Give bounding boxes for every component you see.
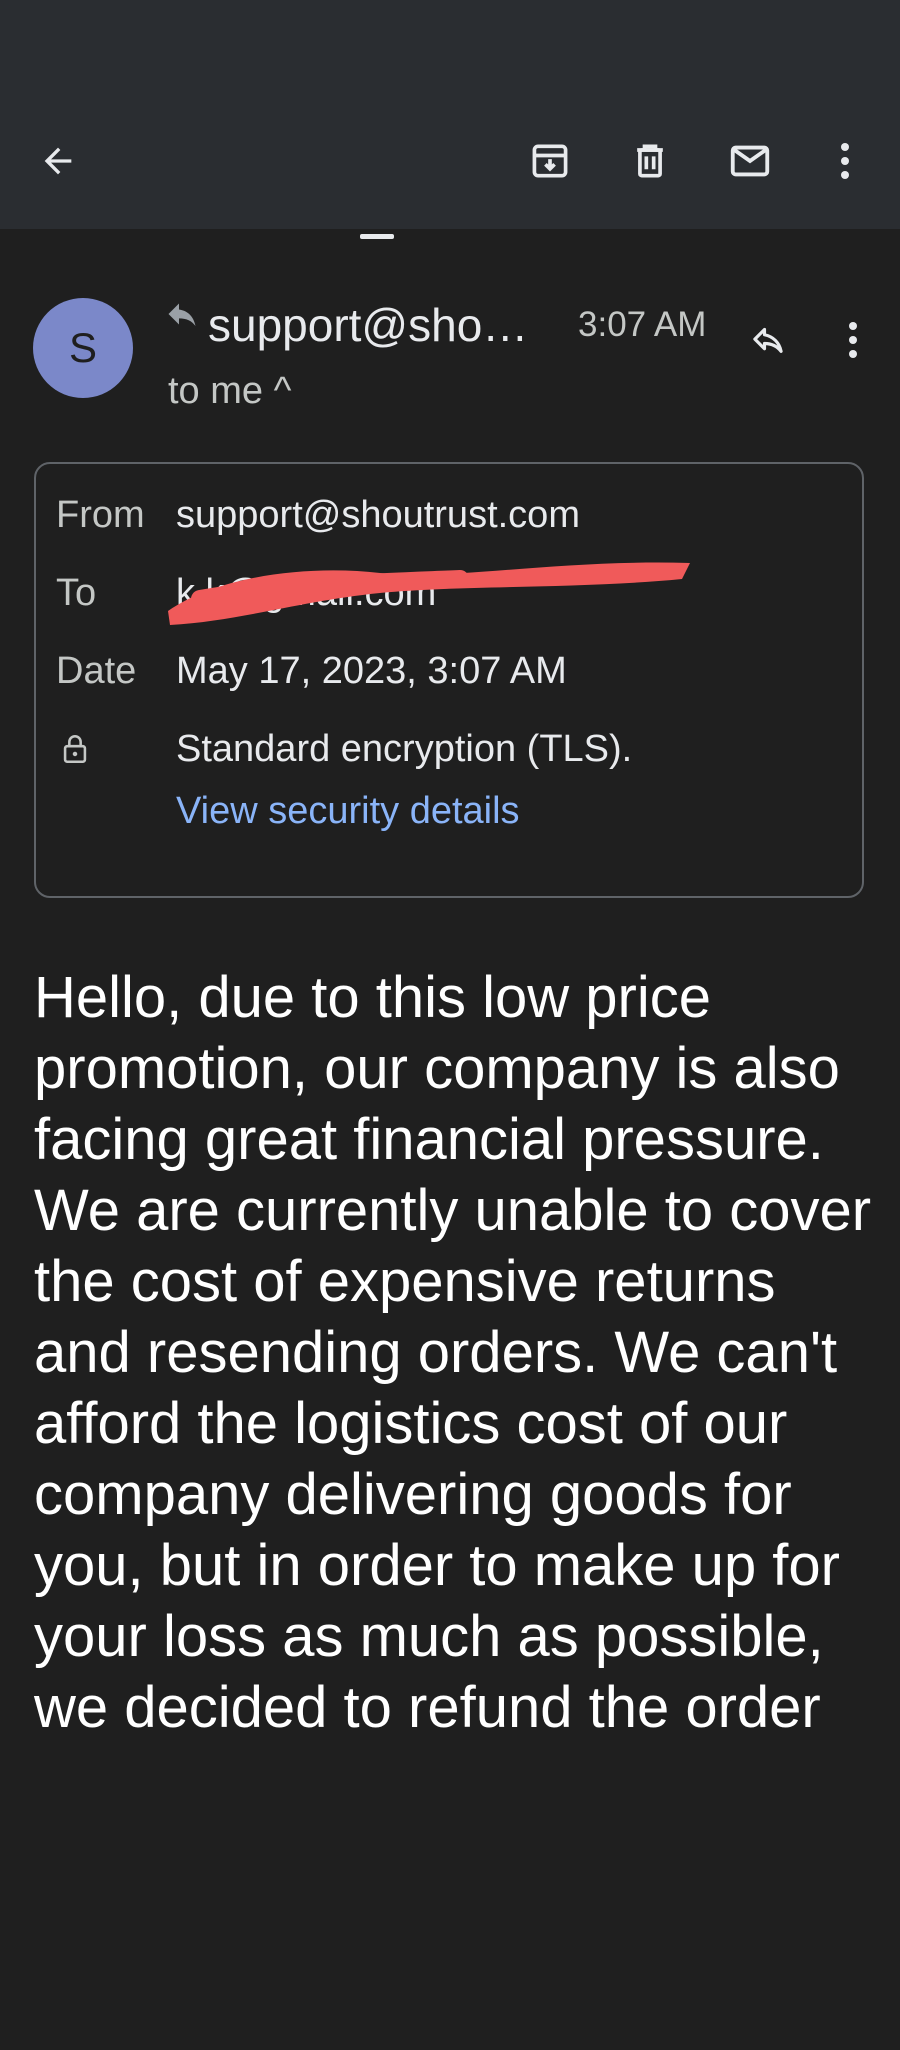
back-arrow-icon bbox=[44, 147, 72, 175]
encryption-text: Standard encryption (TLS). bbox=[176, 728, 633, 770]
top-app-bar bbox=[0, 0, 900, 229]
trash-icon bbox=[637, 144, 663, 178]
back-button[interactable] bbox=[30, 130, 86, 192]
redaction-scribble bbox=[168, 562, 690, 625]
more-options-button[interactable] bbox=[820, 130, 870, 192]
view-security-details-link[interactable]: View security details bbox=[176, 790, 520, 833]
reply-icon bbox=[753, 327, 783, 353]
more-vert-icon bbox=[849, 322, 857, 358]
date-label: Date bbox=[56, 650, 137, 692]
email-body: Hello, due to this low price promotion, … bbox=[34, 965, 872, 1740]
mail-unread-icon bbox=[730, 145, 770, 177]
sender-avatar[interactable]: S bbox=[33, 298, 133, 398]
sender-row[interactable]: support@sho… bbox=[164, 295, 528, 355]
from-value[interactable]: support@shoutrust.com bbox=[176, 494, 580, 537]
replied-icon bbox=[168, 303, 196, 326]
more-vert-icon bbox=[841, 143, 849, 179]
delete-button[interactable] bbox=[620, 130, 680, 192]
reply-button[interactable] bbox=[740, 312, 796, 368]
to-label: To bbox=[56, 572, 97, 614]
archive-icon bbox=[532, 144, 568, 178]
recipient-toggle[interactable]: to me ^ bbox=[168, 370, 291, 413]
mark-unread-button[interactable] bbox=[720, 130, 780, 192]
message-time: 3:07 AM bbox=[578, 305, 707, 344]
message-more-button[interactable] bbox=[830, 312, 876, 368]
message-details-panel: From support@shoutrust.com To k k@gmail.… bbox=[34, 462, 864, 898]
lock-icon bbox=[63, 735, 87, 764]
archive-button[interactable] bbox=[520, 130, 580, 192]
date-value: May 17, 2023, 3:07 AM bbox=[176, 650, 567, 692]
avatar-letter: S bbox=[68, 324, 97, 371]
from-label: From bbox=[56, 494, 145, 536]
scroll-indicator bbox=[360, 234, 394, 239]
sender-name: support@sho… bbox=[208, 299, 529, 351]
